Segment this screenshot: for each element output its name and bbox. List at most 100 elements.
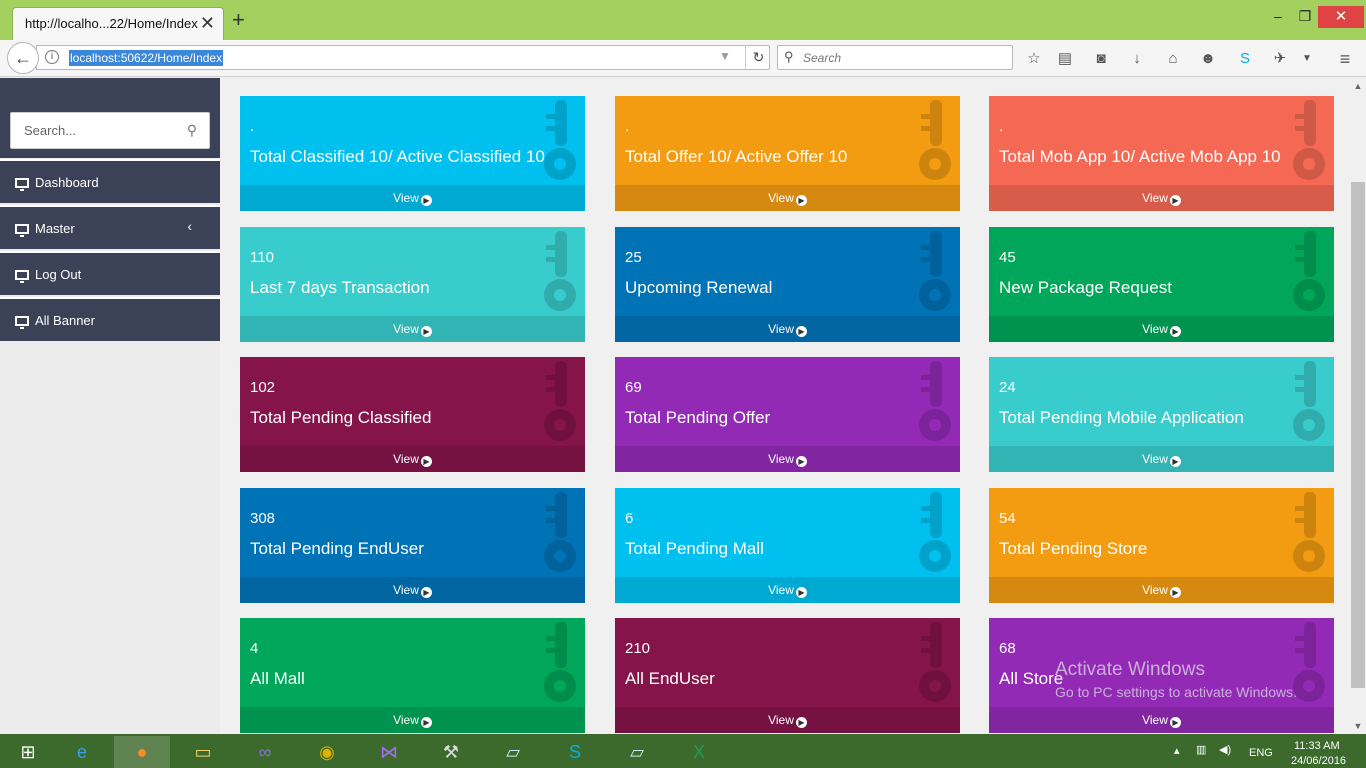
view-link[interactable]: View ▶	[989, 707, 1334, 733]
info-icon[interactable]: i	[45, 50, 59, 64]
ie-icon[interactable]: e	[54, 736, 110, 768]
tools-icon[interactable]: ⚒	[423, 736, 479, 768]
file-explorer-icon[interactable]: ▭	[175, 736, 231, 768]
notepad2-icon[interactable]: ▱	[609, 736, 665, 768]
restore-button[interactable]: ❐	[1292, 8, 1318, 28]
scroll-up-icon[interactable]: ▲	[1350, 78, 1366, 94]
stat-card: . Total Classified 10/ Active Classified …	[240, 96, 585, 211]
stat-label: New Package Request	[999, 278, 1172, 297]
stat-label: Total Pending Offer	[625, 408, 771, 427]
back-button[interactable]: ←	[7, 42, 39, 74]
key-icon	[544, 231, 576, 311]
stat-value: 24	[999, 379, 1016, 396]
view-link[interactable]: View ▶	[989, 316, 1334, 342]
volume-icon[interactable]: ◀)	[1219, 743, 1231, 756]
view-link[interactable]: View ▶	[240, 577, 585, 603]
sidebar-item-master[interactable]: Master ‹	[0, 205, 220, 249]
clock-time[interactable]: 11:33 AM	[1294, 740, 1340, 752]
extension-icon[interactable]: ✈	[1270, 49, 1290, 69]
view-link[interactable]: View ▶	[989, 185, 1334, 211]
tray-up-arrow-icon[interactable]: ▴	[1174, 744, 1180, 757]
arrow-circle-right-icon: ▶	[795, 326, 807, 337]
close-tab-icon[interactable]: ✕	[200, 13, 215, 34]
minimize-button[interactable]: –	[1265, 8, 1291, 28]
key-icon	[1293, 361, 1325, 441]
sidebar-item-label: Dashboard	[35, 175, 99, 190]
key-icon	[1293, 492, 1325, 572]
view-link[interactable]: View ▶	[240, 707, 585, 733]
sidebar-item-logout[interactable]: Log Out	[0, 251, 220, 295]
view-link[interactable]: View ▶	[615, 316, 960, 342]
view-link[interactable]: View ▶	[615, 446, 960, 472]
windows-taskbar: ⊞ e ● ▭ ∞ ◉ ⋈ ⚒ ▱ S ▱ X ▴ ▥ ◀) ENG 11:33…	[0, 734, 1366, 768]
new-tab-button[interactable]: +	[232, 9, 245, 31]
reload-icon[interactable]: ↻	[745, 45, 771, 70]
home-icon[interactable]: ⌂	[1163, 49, 1183, 69]
sidebar-item-dashboard[interactable]: Dashboard	[0, 159, 220, 203]
sidebar-header: Search... ⚲	[0, 78, 220, 158]
firefox-icon[interactable]: ●	[114, 736, 170, 768]
menu-icon[interactable]: ≡	[1335, 49, 1355, 69]
sidebar-search-input[interactable]: Search... ⚲	[10, 112, 210, 149]
stat-value: 210	[625, 640, 651, 657]
search-icon[interactable]: ⚲	[187, 122, 197, 139]
view-link[interactable]: View ▶	[989, 577, 1334, 603]
window-close-button[interactable]: ✕	[1318, 6, 1364, 28]
start-button[interactable]: ⊞	[0, 736, 56, 768]
url-dropdown-icon[interactable]: ▼	[719, 49, 731, 63]
extension-dropdown-icon[interactable]: ▼	[1297, 49, 1317, 69]
download-icon[interactable]: ↓	[1127, 49, 1147, 69]
visual-studio-icon[interactable]: ⋈	[361, 736, 417, 768]
stat-card: 210 All EndUser View ▶	[615, 618, 960, 733]
browser-search-input[interactable]: ⚲ Search	[777, 45, 1013, 70]
pocket-icon[interactable]: ◙	[1091, 49, 1111, 69]
stat-label: Total Pending Classified	[250, 408, 432, 427]
sidebar-item-label: Log Out	[35, 267, 82, 282]
notepad-icon[interactable]: ▱	[485, 736, 541, 768]
view-link[interactable]: View ▶	[615, 577, 960, 603]
browser-tab-bar: http://localho...22/Home/Index ✕ + – ❐ ✕	[0, 0, 1366, 40]
desktop-icon	[15, 178, 29, 191]
view-label: View	[1142, 583, 1168, 597]
key-icon	[1293, 231, 1325, 311]
key-icon	[544, 361, 576, 441]
sidebar-item-all-banner[interactable]: All Banner	[0, 297, 220, 341]
reading-list-icon[interactable]: ▤	[1055, 49, 1075, 69]
view-link[interactable]: View ▶	[989, 446, 1334, 472]
infinity-app-icon[interactable]: ∞	[237, 736, 293, 768]
clock-date[interactable]: 24/06/2016	[1291, 755, 1346, 767]
bookmark-star-icon[interactable]: ☆	[1024, 49, 1044, 69]
scroll-thumb[interactable]	[1351, 182, 1365, 688]
stat-value: .	[625, 118, 630, 135]
address-bar[interactable]: i localhost:50622/Home/Index ▼ ↻	[36, 45, 770, 70]
arrow-circle-right-icon: ▶	[420, 195, 432, 206]
view-link[interactable]: View ▶	[615, 185, 960, 211]
network-icon[interactable]: ▥	[1196, 743, 1206, 756]
skype-taskbar-icon[interactable]: S	[547, 736, 603, 768]
key-icon	[544, 622, 576, 702]
page-scrollbar[interactable]: ▲ ▼	[1350, 78, 1366, 734]
stat-label: Total Classified 10/ Active Classified 1…	[250, 147, 545, 166]
arrow-circle-right-icon: ▶	[795, 717, 807, 728]
language-indicator[interactable]: ENG	[1249, 747, 1273, 759]
view-label: View	[1142, 322, 1168, 336]
view-link[interactable]: View ▶	[240, 446, 585, 472]
arrow-circle-right-icon: ▶	[795, 456, 807, 467]
excel-icon[interactable]: X	[671, 736, 727, 768]
view-label: View	[768, 191, 794, 205]
stat-card: 4 All Mall View ▶	[240, 618, 585, 733]
chrome-icon[interactable]: ◉	[299, 736, 355, 768]
arrow-circle-right-icon: ▶	[420, 717, 432, 728]
key-icon	[919, 622, 951, 702]
view-link[interactable]: View ▶	[240, 316, 585, 342]
url-text[interactable]: localhost:50622/Home/Index	[69, 50, 224, 66]
scroll-down-icon[interactable]: ▼	[1350, 718, 1366, 734]
view-link[interactable]: View ▶	[615, 707, 960, 733]
browser-tab[interactable]: http://localho...22/Home/Index ✕	[12, 7, 224, 40]
stat-card: 110 Last 7 days Transaction View ▶	[240, 227, 585, 342]
stat-label: Last 7 days Transaction	[250, 278, 430, 297]
key-icon	[919, 492, 951, 572]
view-link[interactable]: View ▶	[240, 185, 585, 211]
skype-icon[interactable]: S	[1235, 49, 1255, 69]
hello-icon[interactable]: ☻	[1198, 49, 1218, 69]
